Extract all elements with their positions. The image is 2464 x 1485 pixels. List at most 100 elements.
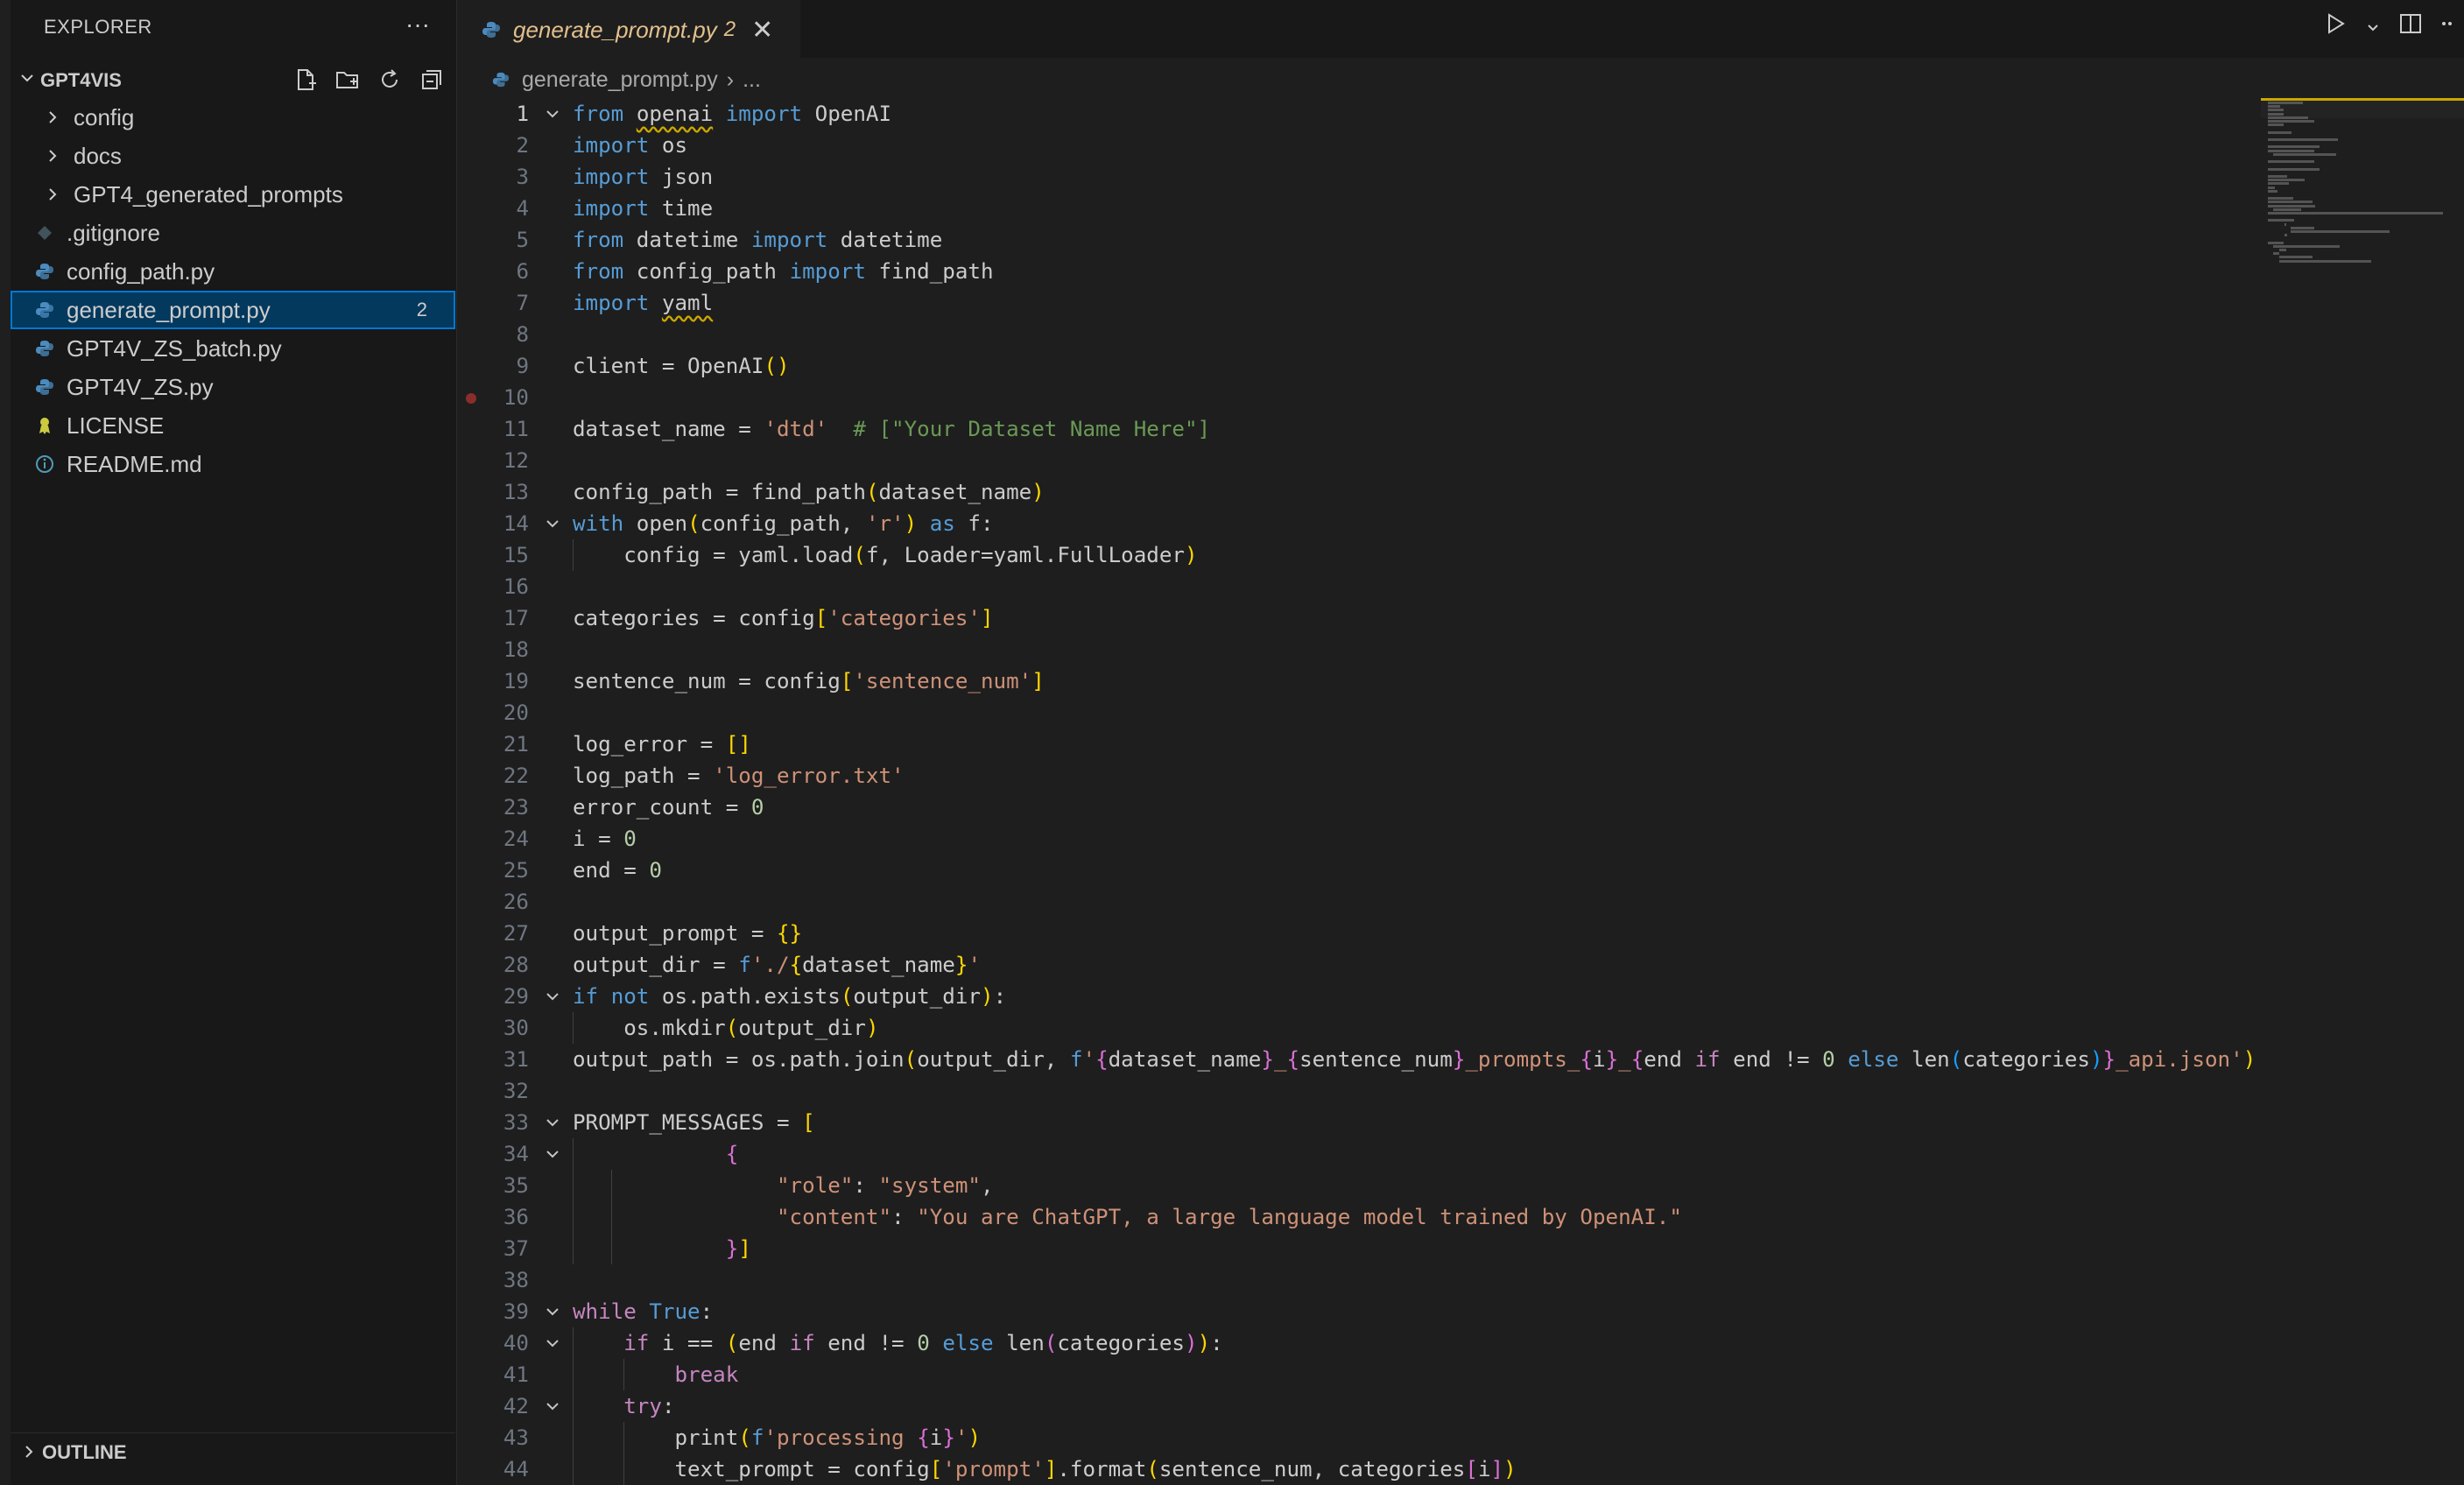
new-file-icon[interactable] — [292, 67, 319, 93]
code-token: categories = config — [573, 606, 815, 630]
code-line[interactable]: 5 from datetime import datetime — [457, 224, 2261, 256]
file-item[interactable]: README.md — [11, 445, 455, 483]
code-token: "system" — [878, 1173, 982, 1198]
file-item[interactable]: .gitignore — [11, 214, 455, 252]
run-dropdown-icon[interactable] — [2366, 13, 2380, 40]
folder-item[interactable]: GPT4_generated_prompts — [11, 175, 455, 214]
code-line[interactable]: 11 dataset_name = 'dtd' # ["Your Dataset … — [457, 413, 2261, 445]
code-token: dataset_name — [1108, 1047, 1262, 1072]
code-token: output_path = os.path.join — [573, 1047, 905, 1072]
code-line[interactable]: 18 — [457, 634, 2261, 665]
line-number: 43 — [503, 1425, 529, 1450]
code-line[interactable]: 4 import time — [457, 193, 2261, 224]
fold-chevron-icon[interactable] — [545, 981, 566, 1012]
file-item[interactable]: LICENSE — [11, 406, 455, 445]
code-line[interactable]: 36 "content": "You are ChatGPT, a large … — [457, 1201, 2261, 1233]
code-line[interactable]: 41 break — [457, 1359, 2261, 1390]
code-line[interactable]: 9 client = OpenAI() — [457, 350, 2261, 382]
code-line[interactable]: 8 — [457, 319, 2261, 350]
code-line[interactable]: 6 from config_path import find_path — [457, 256, 2261, 287]
code-line[interactable]: 30 os.mkdir(output_dir) — [457, 1012, 2261, 1044]
fold-chevron-icon[interactable] — [545, 1107, 566, 1138]
code-text: output_prompt = {} — [573, 918, 802, 949]
code-line[interactable]: 20 — [457, 697, 2261, 728]
minimap-line — [2268, 160, 2314, 164]
code-line[interactable]: 28 output_dir = f'./{dataset_name}' — [457, 949, 2261, 981]
new-folder-icon[interactable] — [334, 67, 361, 93]
file-item[interactable]: GPT4V_ZS.py — [11, 368, 455, 406]
workspace-folder[interactable]: GPT4VIS — [11, 63, 455, 98]
minimap[interactable] — [2261, 98, 2464, 518]
split-editor-icon[interactable] — [2399, 12, 2422, 41]
code-token: text_prompt = config — [573, 1457, 930, 1481]
collapse-all-icon[interactable] — [419, 67, 445, 93]
code-line[interactable]: 38 — [457, 1264, 2261, 1296]
code-line[interactable]: 24 i = 0 — [457, 823, 2261, 855]
breadcrumb-file[interactable]: generate_prompt.py — [522, 67, 718, 93]
run-icon[interactable] — [2324, 12, 2347, 41]
code-token: i = — [573, 827, 624, 851]
code-line[interactable]: 32 — [457, 1075, 2261, 1107]
code-line[interactable]: 39 while True: — [457, 1296, 2261, 1327]
folder-item[interactable]: docs — [11, 137, 455, 175]
file-item[interactable]: GPT4V_ZS_batch.py — [11, 329, 455, 368]
refresh-icon[interactable] — [377, 67, 403, 93]
code-line[interactable]: 23 error_count = 0 — [457, 792, 2261, 823]
file-item[interactable]: generate_prompt.py 2 — [11, 291, 455, 329]
more-actions-icon[interactable]: ··· — [405, 11, 430, 39]
code-line[interactable]: 26 — [457, 886, 2261, 918]
code-line[interactable]: 7 import yaml — [457, 287, 2261, 319]
code-line[interactable]: 3 import json — [457, 161, 2261, 193]
code-line[interactable]: 13 config_path = find_path(dataset_name) — [457, 476, 2261, 508]
fold-chevron-icon[interactable] — [545, 98, 566, 130]
fold-chevron-icon[interactable] — [545, 508, 566, 539]
code-line[interactable]: 2 import os — [457, 130, 2261, 161]
file-item[interactable]: config_path.py — [11, 252, 455, 291]
code-line[interactable]: 27 output_prompt = {} — [457, 918, 2261, 949]
code-line[interactable]: 14 with open(config_path, 'r') as f: — [457, 508, 2261, 539]
minimap-line — [2268, 109, 2284, 112]
code-line[interactable]: 35 "role": "system", — [457, 1170, 2261, 1201]
code-line[interactable]: 33 PROMPT_MESSAGES = [ — [457, 1107, 2261, 1138]
code-editor[interactable]: 1 from openai import OpenAI 2 import os 3 imp… — [457, 98, 2261, 1485]
code-text: }] — [573, 1233, 751, 1264]
code-line[interactable]: 40 if i == (end if end != 0 else len(cat… — [457, 1327, 2261, 1359]
code-line[interactable]: 19 sentence_num = config['sentence_num'] — [457, 665, 2261, 697]
code-line[interactable]: 22 log_path = 'log_error.txt' — [457, 760, 2261, 792]
folder-item[interactable]: config — [11, 98, 455, 137]
fold-chevron-icon[interactable] — [545, 1296, 566, 1327]
code-line[interactable]: 31 output_path = os.path.join(output_dir,… — [457, 1044, 2261, 1075]
code-line[interactable]: 15 config = yaml.load(f, Loader=yaml.Ful… — [457, 539, 2261, 571]
code-line[interactable]: 1 from openai import OpenAI — [457, 98, 2261, 130]
fold-chevron-icon[interactable] — [545, 1390, 566, 1422]
tab-generate-prompt[interactable]: generate_prompt.py 2 ✕ — [457, 0, 800, 58]
code-line[interactable]: 42 try: — [457, 1390, 2261, 1422]
outline-section[interactable]: OUTLINE — [11, 1432, 455, 1472]
code-line[interactable]: 34 { — [457, 1138, 2261, 1170]
minimap-line — [2268, 138, 2338, 141]
code-line[interactable]: 43 print(f'processing {i}') — [457, 1422, 2261, 1453]
close-icon[interactable]: ✕ — [751, 15, 773, 46]
fold-chevron-icon[interactable] — [545, 1327, 566, 1359]
code-line[interactable]: 37 }] — [457, 1233, 2261, 1264]
code-line[interactable]: 12 — [457, 445, 2261, 476]
code-text: import os — [573, 130, 687, 161]
code-line[interactable]: 17 categories = config['categories'] — [457, 602, 2261, 634]
breakpoint-hint-icon[interactable] — [466, 393, 476, 404]
code-line[interactable]: 10 — [457, 382, 2261, 413]
breadcrumb-symbols[interactable]: ... — [743, 67, 761, 93]
code-line[interactable]: 25 end = 0 — [457, 855, 2261, 886]
code-line[interactable]: 44 text_prompt = config['prompt'].format… — [457, 1453, 2261, 1485]
line-number: 20 — [503, 700, 529, 725]
minimap-line — [2284, 222, 2286, 226]
code-token: _ — [1618, 1047, 1631, 1072]
more-editor-actions-icon[interactable] — [2441, 12, 2455, 41]
code-line[interactable]: 29 if not os.path.exists(output_dir): — [457, 981, 2261, 1012]
code-token: [ — [1465, 1457, 1478, 1481]
fold-chevron-icon[interactable] — [545, 1138, 566, 1170]
code-line[interactable]: 16 — [457, 571, 2261, 602]
minimap-line — [2268, 182, 2289, 186]
code-line[interactable]: 21 log_error = [] — [457, 728, 2261, 760]
